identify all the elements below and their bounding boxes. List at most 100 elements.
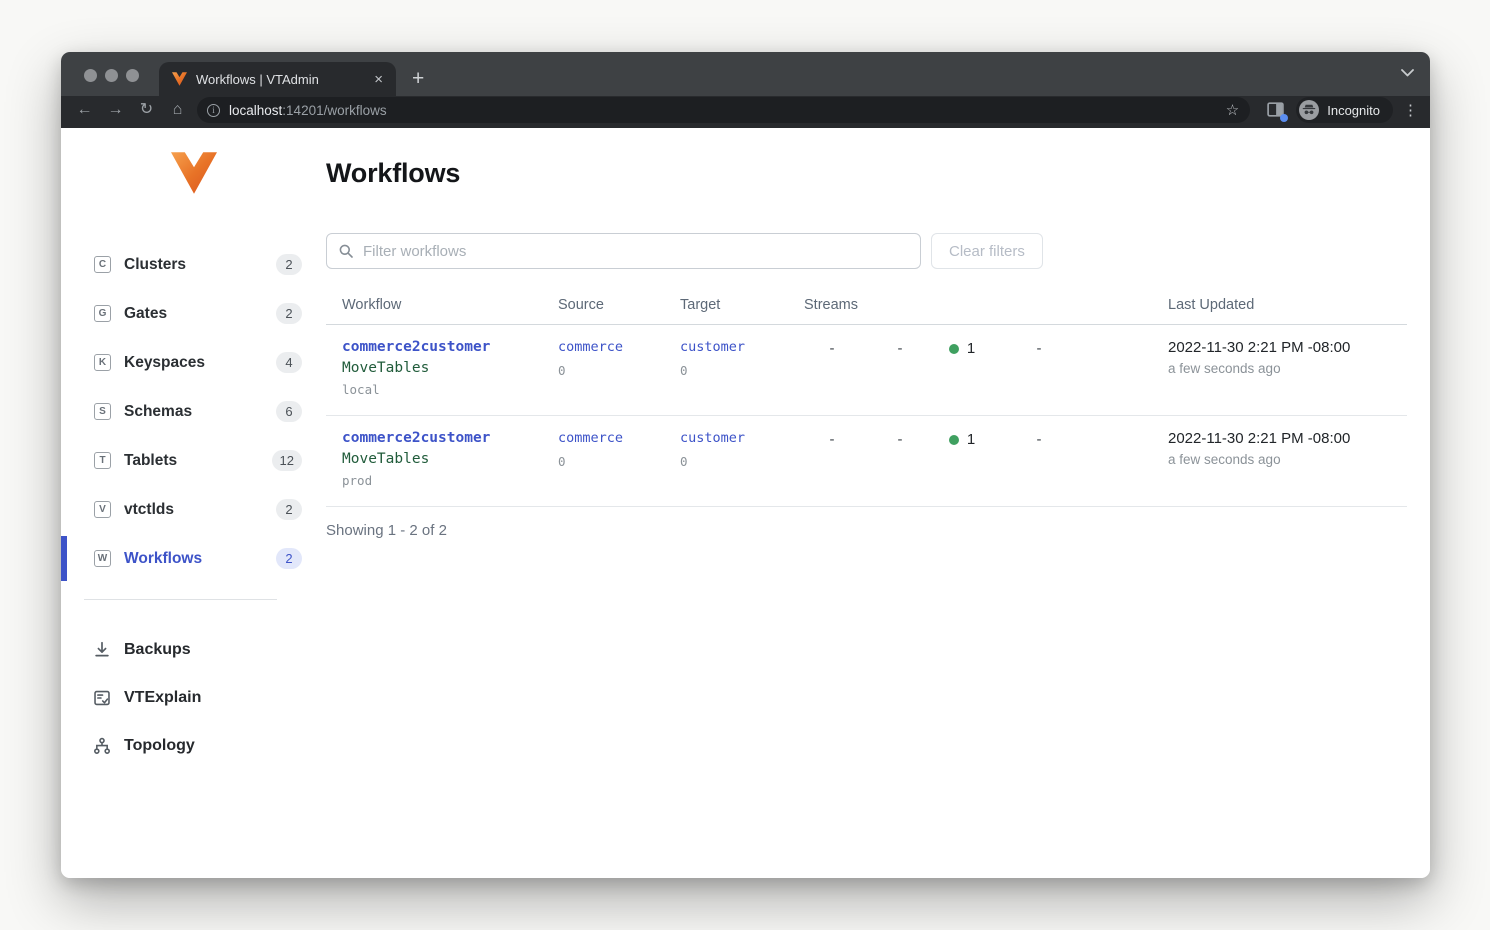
filter-field	[326, 233, 921, 269]
sidebar-item-schemas[interactable]: S Schemas 6	[61, 387, 326, 436]
tab-close-icon[interactable]: ×	[371, 72, 386, 87]
workflow-type: MoveTables	[342, 360, 558, 376]
results-summary: Showing 1 - 2 of 2	[326, 522, 1407, 539]
streams-running: 1	[940, 430, 984, 448]
sidebar-item-gates[interactable]: G Gates 2	[61, 289, 326, 338]
source-keyspace-link[interactable]: commerce	[558, 339, 680, 355]
refresh-icon[interactable]: ↻	[131, 102, 162, 118]
new-tab-button[interactable]: +	[412, 68, 424, 89]
side-panel-icon[interactable]	[1266, 100, 1286, 120]
gates-icon: G	[94, 305, 111, 322]
target-shards: 0	[680, 454, 804, 469]
column-header-target: Target	[680, 297, 804, 313]
workflow-name-link[interactable]: commerce2customer	[342, 339, 558, 355]
tab-strip: Workflows | VTAdmin × +	[61, 52, 1430, 96]
chevron-down-icon[interactable]	[1401, 64, 1414, 82]
forward-icon[interactable]: →	[100, 102, 131, 118]
sidebar-item-label: Topology	[124, 737, 195, 755]
workflow-cell: commerce2customer MoveTables prod	[342, 430, 558, 488]
vitess-favicon	[172, 72, 187, 86]
running-status-dot	[949, 435, 959, 445]
sidebar-nav: C Clusters 2 G Gates 2 K Keyspaces 4 S S…	[61, 240, 326, 583]
last-updated-timestamp: 2022-11-30 2:21 PM -08:00	[1168, 339, 1407, 356]
running-count: 1	[967, 340, 975, 357]
main-content: Workflows Clear filters Workflow Source …	[326, 128, 1430, 878]
streams-value: -	[984, 339, 1094, 357]
last-updated-timestamp: 2022-11-30 2:21 PM -08:00	[1168, 430, 1407, 447]
download-icon	[93, 641, 111, 659]
topology-icon	[93, 737, 111, 755]
sidebar-item-vtctlds[interactable]: V vtctlds 2	[61, 485, 326, 534]
tablets-icon: T	[94, 452, 111, 469]
sidebar-item-label: Backups	[124, 641, 191, 659]
page-title: Workflows	[326, 158, 1407, 189]
source-cell: commerce 0	[558, 339, 680, 397]
last-updated-relative: a few seconds ago	[1168, 452, 1407, 467]
last-updated-cell: 2022-11-30 2:21 PM -08:00 a few seconds …	[1168, 430, 1407, 488]
sidebar-item-label: vtctlds	[124, 501, 174, 519]
back-icon[interactable]: ←	[69, 102, 100, 118]
streams-cell: - - 1 -	[804, 339, 1168, 397]
incognito-badge[interactable]: Incognito	[1296, 97, 1393, 123]
running-count: 1	[967, 431, 975, 448]
vitess-logo	[171, 152, 217, 194]
sidebar-item-backups[interactable]: Backups	[61, 626, 326, 674]
keyspaces-icon: K	[94, 354, 111, 371]
url-path: :14201/workflows	[282, 103, 386, 118]
target-cell: customer 0	[680, 339, 804, 397]
workflow-name-link[interactable]: commerce2customer	[342, 430, 558, 446]
home-icon[interactable]: ⌂	[162, 102, 193, 118]
count-badge: 2	[276, 303, 302, 324]
sidebar-item-label: VTExplain	[124, 689, 201, 707]
minimize-window-button[interactable]	[105, 69, 118, 82]
maximize-window-button[interactable]	[126, 69, 139, 82]
streams-value: -	[984, 430, 1094, 448]
close-window-button[interactable]	[84, 69, 97, 82]
count-badge: 2	[276, 254, 302, 275]
streams-value: -	[860, 339, 940, 357]
incognito-label: Incognito	[1327, 103, 1380, 118]
count-badge: 12	[272, 450, 302, 471]
tab-title: Workflows | VTAdmin	[196, 72, 371, 87]
column-header-source: Source	[558, 297, 680, 313]
sidebar-item-label: Tablets	[124, 452, 177, 470]
count-badge: 4	[276, 352, 302, 373]
sidebar: C Clusters 2 G Gates 2 K Keyspaces 4 S S…	[61, 128, 326, 878]
clear-filters-button[interactable]: Clear filters	[931, 233, 1043, 269]
last-updated-cell: 2022-11-30 2:21 PM -08:00 a few seconds …	[1168, 339, 1407, 397]
running-status-dot	[949, 344, 959, 354]
filter-row: Clear filters	[326, 233, 1407, 269]
target-keyspace-link[interactable]: customer	[680, 430, 804, 446]
workflow-cluster: local	[342, 382, 558, 397]
browser-menu-icon[interactable]: ⋮	[1403, 101, 1418, 119]
sidebar-tools: Backups VTExplain Topology	[61, 626, 326, 770]
sidebar-item-keyspaces[interactable]: K Keyspaces 4	[61, 338, 326, 387]
workflow-cell: commerce2customer MoveTables local	[342, 339, 558, 397]
bookmark-star-icon[interactable]: ☆	[1226, 101, 1239, 119]
sidebar-item-vtexplain[interactable]: VTExplain	[61, 674, 326, 722]
filter-workflows-input[interactable]	[326, 233, 921, 269]
source-shards: 0	[558, 454, 680, 469]
workflows-icon: W	[94, 550, 111, 567]
sidebar-item-workflows[interactable]: W Workflows 2	[61, 534, 326, 583]
source-shards: 0	[558, 363, 680, 378]
workflow-row: commerce2customer MoveTables local comme…	[326, 325, 1407, 416]
incognito-avatar-icon	[1299, 100, 1319, 120]
site-info-icon[interactable]: i	[207, 104, 220, 117]
sidebar-item-topology[interactable]: Topology	[61, 722, 326, 770]
document-check-icon	[93, 689, 111, 707]
browser-tab[interactable]: Workflows | VTAdmin ×	[159, 62, 396, 96]
target-cell: customer 0	[680, 430, 804, 488]
source-keyspace-link[interactable]: commerce	[558, 430, 680, 446]
target-keyspace-link[interactable]: customer	[680, 339, 804, 355]
table-header-row: Workflow Source Target Streams Last Upda…	[326, 269, 1407, 325]
address-bar[interactable]: i localhost:14201/workflows ☆	[197, 97, 1250, 123]
workflows-table: Workflow Source Target Streams Last Upda…	[326, 269, 1407, 539]
workflow-row: commerce2customer MoveTables prod commer…	[326, 416, 1407, 507]
last-updated-relative: a few seconds ago	[1168, 361, 1407, 376]
sidebar-divider	[84, 599, 277, 600]
sidebar-item-tablets[interactable]: T Tablets 12	[61, 436, 326, 485]
workflow-cluster: prod	[342, 473, 558, 488]
sidebar-item-clusters[interactable]: C Clusters 2	[61, 240, 326, 289]
vtadmin-app: C Clusters 2 G Gates 2 K Keyspaces 4 S S…	[61, 128, 1430, 878]
